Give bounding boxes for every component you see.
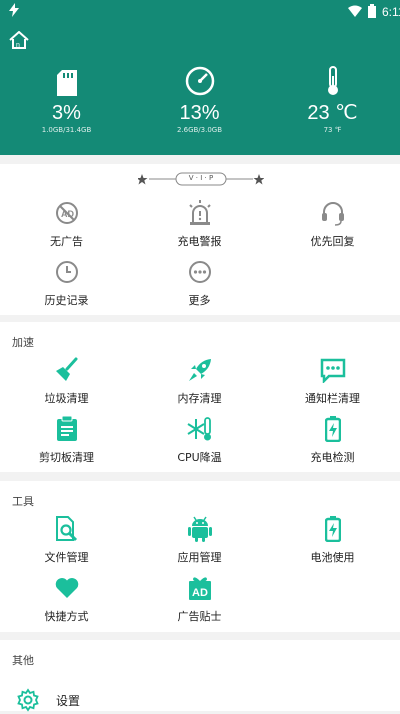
- heart-icon: [55, 578, 78, 598]
- other-card: 其他 设置: [0, 640, 400, 714]
- vip-item-label: 历史记录: [44, 294, 89, 307]
- status-bar: 6:11: [0, 0, 400, 24]
- no-ads-icon: AD: [55, 202, 78, 224]
- memory-clean-item[interactable]: 内存清理: [133, 356, 266, 406]
- snowflake-thermometer-icon: [186, 417, 211, 441]
- vip-card: V · I · P AD 无广告 充电警报 优先回复 历史记录 更多: [0, 164, 400, 315]
- gear-icon: [17, 688, 39, 712]
- clipboard-icon: [56, 416, 77, 441]
- svg-text:AD: AD: [192, 587, 208, 599]
- vip-label: V · I · P: [188, 174, 214, 182]
- notification-clean-item[interactable]: 通知栏清理: [266, 356, 399, 406]
- battery-charging-icon: [324, 416, 341, 442]
- junk-clean-item[interactable]: 垃圾清理: [0, 356, 133, 406]
- vip-banner: V · I · P: [136, 171, 265, 186]
- vip-item-history[interactable]: 历史记录: [0, 258, 133, 308]
- battery-status-icon: [368, 4, 376, 18]
- wifi-icon: [348, 5, 362, 17]
- broom-icon: [55, 357, 77, 381]
- item-label: 电池使用: [310, 551, 355, 564]
- charge-check-item[interactable]: 充电检测: [266, 415, 399, 465]
- item-label: 内存清理: [177, 392, 222, 405]
- item-label: CPU降温: [177, 451, 222, 464]
- ad-gift-icon: AD: [188, 577, 211, 600]
- item-label: 文件管理: [44, 551, 89, 564]
- svg-text:n: n: [16, 42, 20, 49]
- storage-detail: 1.0GB/31.4GB: [41, 126, 92, 134]
- lightning-icon: [9, 3, 19, 17]
- vip-item-priority-reply[interactable]: 优先回复: [266, 199, 399, 249]
- battery-icon: [324, 516, 341, 542]
- file-search-icon: [55, 516, 77, 542]
- temperature-fahrenheit: 73 ℉: [323, 126, 342, 134]
- rocket-icon: [188, 359, 211, 381]
- app-manager-item[interactable]: 应用管理: [133, 515, 266, 565]
- accelerate-card: 加速 垃圾清理 内存清理 通知栏清理 剪切板清理 CPU降温 充电检测: [0, 322, 400, 472]
- cpu-cool-item[interactable]: CPU降温: [133, 415, 266, 465]
- vip-item-no-ads[interactable]: AD 无广告: [0, 199, 133, 249]
- item-label: 垃圾清理: [44, 392, 89, 405]
- vip-item-label: 充电警报: [177, 235, 222, 248]
- vip-item-more[interactable]: 更多: [133, 258, 266, 308]
- temperature-stat: 23 ℃ 73 ℉: [266, 66, 399, 134]
- battery-usage-item[interactable]: 电池使用: [266, 515, 399, 565]
- thermometer-icon: [327, 66, 338, 95]
- item-label: 通知栏清理: [305, 392, 360, 405]
- alarm-light-icon: [188, 200, 211, 225]
- section-title: 工具: [12, 495, 34, 508]
- vip-item-charge-alarm[interactable]: 充电警报: [133, 199, 266, 249]
- vip-item-label: 优先回复: [310, 235, 355, 248]
- settings-row[interactable]: 设置: [0, 686, 400, 714]
- header: n 3% 1.0GB/31.4GB 13% 2.6GB/3.0GB 23 ℃ 7…: [0, 24, 400, 155]
- home-icon[interactable]: n: [8, 31, 30, 49]
- ad-tips-item[interactable]: AD 广告贴士: [133, 574, 266, 624]
- clipboard-clean-item[interactable]: 剪切板清理: [0, 415, 133, 465]
- memory-percent: 13%: [179, 102, 220, 124]
- more-icon: [188, 261, 211, 283]
- item-label: 充电检测: [310, 451, 355, 464]
- section-title: 其他: [12, 654, 34, 667]
- sd-card-icon: [56, 70, 77, 96]
- clock: 6:11: [382, 5, 400, 19]
- speedometer-icon: [185, 66, 214, 96]
- item-label: 快捷方式: [44, 610, 89, 623]
- storage-percent: 3%: [52, 102, 81, 124]
- section-title: 加速: [12, 336, 34, 349]
- clock-icon: [55, 261, 78, 283]
- vip-item-label: 无广告: [50, 235, 83, 248]
- memory-stat: 13% 2.6GB/3.0GB: [133, 66, 266, 134]
- tools-card: 工具 文件管理 应用管理 电池使用 快捷方式 AD 广告贴士: [0, 481, 400, 632]
- temperature-celsius: 23 ℃: [307, 102, 358, 124]
- item-label: 剪切板清理: [39, 451, 94, 464]
- item-label: 应用管理: [177, 551, 222, 564]
- settings-label: 设置: [56, 694, 81, 708]
- message-icon: [320, 358, 345, 383]
- memory-detail: 2.6GB/3.0GB: [176, 126, 223, 134]
- headset-icon: [321, 202, 344, 226]
- android-icon: [187, 516, 212, 542]
- vip-item-label: 更多: [188, 294, 211, 307]
- item-label: 广告贴士: [177, 610, 222, 623]
- storage-stat: 3% 1.0GB/31.4GB: [0, 66, 133, 134]
- shortcut-item[interactable]: 快捷方式: [0, 574, 133, 624]
- file-manager-item[interactable]: 文件管理: [0, 515, 133, 565]
